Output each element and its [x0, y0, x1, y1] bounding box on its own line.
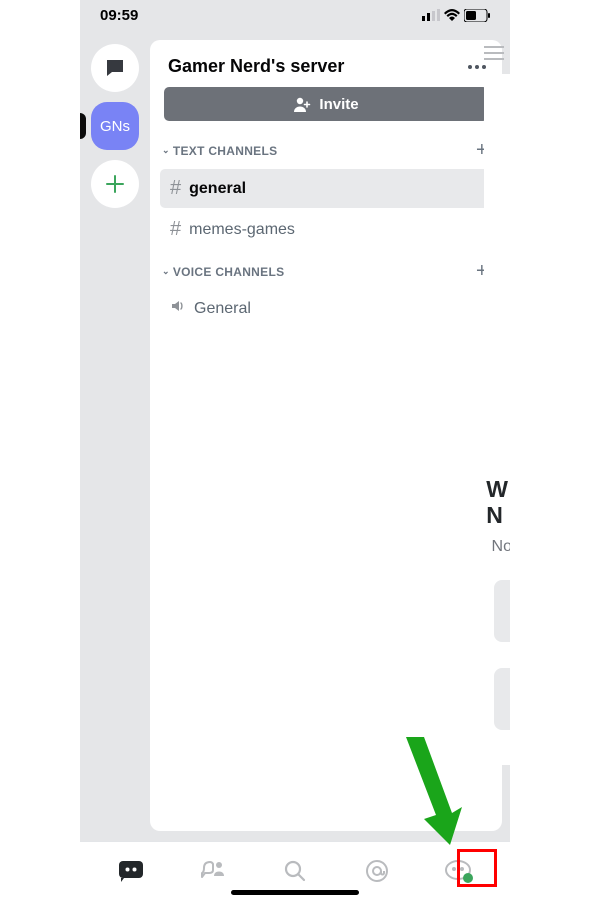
friends-icon — [200, 859, 226, 883]
nav-friends[interactable] — [197, 855, 229, 887]
server-rail: GNs — [80, 30, 150, 841]
at-icon — [364, 858, 390, 884]
speaker-icon — [170, 298, 186, 319]
channel-item[interactable]: # general — [160, 169, 492, 208]
search-icon — [283, 859, 307, 883]
peek-subtext: No — [492, 538, 510, 556]
server-avatar[interactable]: GNs — [91, 102, 139, 150]
nav-home[interactable] — [115, 855, 147, 887]
hash-icon: # — [170, 177, 181, 200]
battery-icon — [464, 9, 490, 22]
add-server-button[interactable] — [91, 160, 139, 208]
more-icon[interactable] — [468, 65, 486, 69]
voice-channels-label: VOICE CHANNELS — [173, 265, 285, 279]
signal-icon — [422, 9, 440, 21]
text-channels-header[interactable]: ⌄TEXT CHANNELS + — [150, 135, 502, 168]
server-panel: Gamer Nerd's server Invite ⌄TEXT CHANNEL… — [150, 40, 502, 831]
chevron-down-icon: ⌄ — [162, 145, 170, 156]
phone-frame: 09:59 GNs Gamer Nerd's server — [80, 0, 510, 899]
background-panel — [484, 74, 510, 765]
chevron-down-icon: ⌄ — [162, 266, 170, 277]
server-header[interactable]: Gamer Nerd's server — [150, 40, 502, 87]
invite-button[interactable]: Invite — [164, 87, 488, 121]
voice-channel-name: General — [194, 300, 251, 318]
home-indicator — [231, 890, 359, 895]
peek-card — [494, 580, 510, 642]
channel-item[interactable]: # memes-games — [160, 210, 492, 249]
channel-name: general — [189, 180, 246, 198]
nav-search[interactable] — [279, 855, 311, 887]
plus-icon — [104, 173, 126, 195]
wifi-icon — [444, 9, 460, 21]
text-channels-label: TEXT CHANNELS — [173, 144, 278, 158]
nav-mentions[interactable] — [361, 855, 393, 887]
hamburger-icon[interactable] — [484, 46, 504, 65]
nav-profile[interactable] — [443, 855, 475, 887]
invite-icon — [293, 97, 311, 112]
server-active-indicator — [80, 113, 86, 139]
discord-icon — [117, 859, 145, 883]
channel-name: memes-games — [189, 221, 295, 239]
status-icons — [422, 9, 490, 22]
hash-icon: # — [170, 218, 181, 241]
invite-label: Invite — [319, 96, 358, 113]
profile-icon — [444, 858, 474, 884]
peek-heading: W N — [486, 476, 508, 529]
peek-card — [494, 668, 510, 730]
status-time: 09:59 — [100, 7, 138, 24]
dm-button[interactable] — [91, 44, 139, 92]
voice-channels-header[interactable]: ⌄VOICE CHANNELS + — [150, 256, 502, 289]
voice-channel-item[interactable]: General — [160, 290, 492, 327]
chat-bubble-icon — [103, 56, 127, 80]
server-title: Gamer Nerd's server — [168, 56, 344, 77]
